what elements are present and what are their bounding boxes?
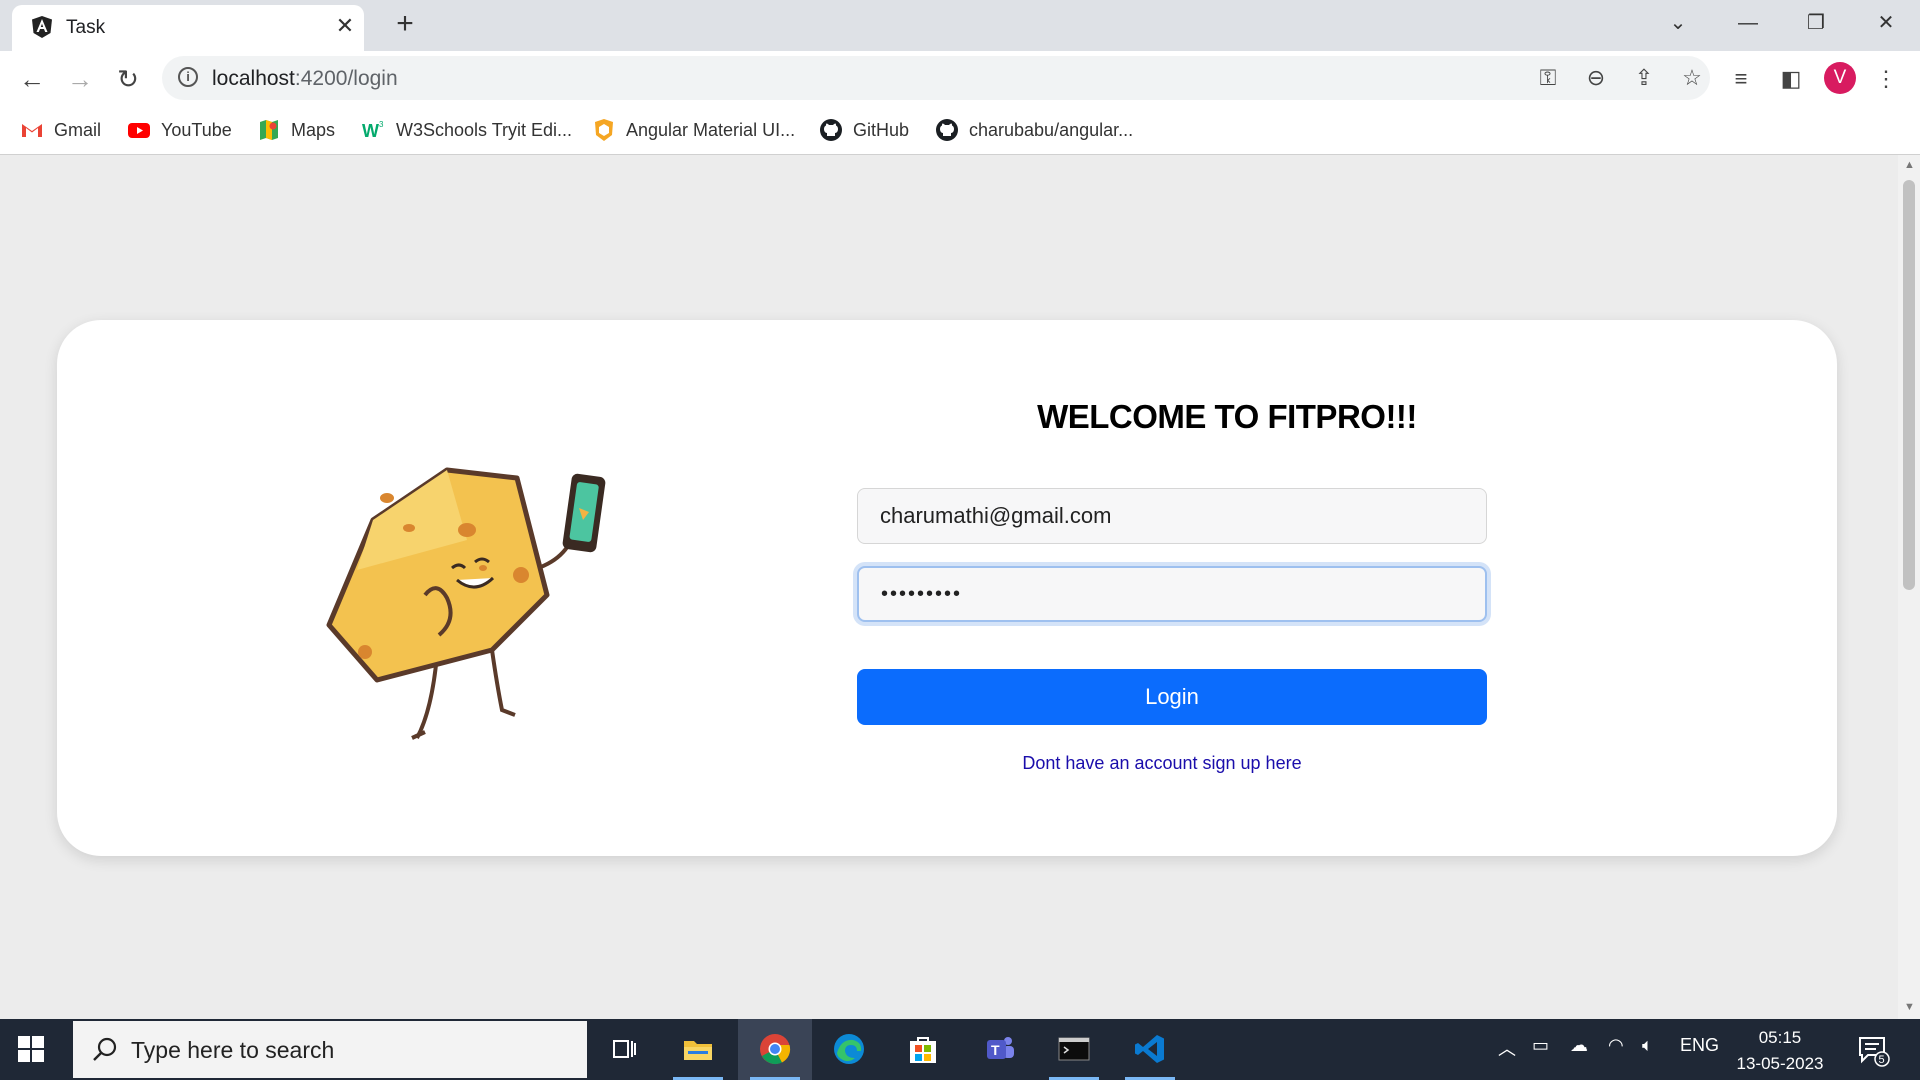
onedrive-cloud-icon[interactable]: ☁ [1570,1035,1588,1056]
clock-date: 13-05-2023 [1736,1054,1824,1073]
language-indicator[interactable]: ENG [1680,1035,1719,1056]
folder-icon [684,1041,712,1060]
restore-button[interactable]: ❐ [1796,8,1836,38]
taskbar-search-box[interactable]: Type here to search [73,1021,587,1078]
page-viewport: WELCOME TO FITPRO!!! charumathi@gmail.co… [0,155,1898,1019]
new-tab-button[interactable]: + [390,9,420,40]
store-icon [910,1037,936,1063]
url-text[interactable]: localhost:4200/login [212,67,398,91]
back-icon[interactable]: ← [16,63,48,95]
page-title: WELCOME TO FITPRO!!! [1037,398,1417,435]
teams-icon: T [987,1037,1014,1059]
search-icon [93,1037,117,1061]
tab-title: Task [66,17,106,38]
w3schools-icon: W3 [362,120,384,141]
share-icon[interactable]: ⇪ [1630,64,1658,92]
minimize-button[interactable]: — [1728,8,1768,38]
tab-task[interactable]: Task ✕ [12,5,364,51]
site-info-icon[interactable]: i [178,67,198,87]
menu-kebab-icon[interactable]: ⋮ [1870,63,1902,95]
task-view-button[interactable] [587,1019,661,1080]
file-explorer-button[interactable] [661,1019,735,1080]
close-window-button[interactable]: ✕ [1866,8,1906,38]
teams-button[interactable]: T [963,1019,1037,1080]
notification-icon: 5 [1859,1037,1890,1067]
bookmark-github[interactable]: GitHub [819,116,909,144]
signup-link[interactable]: Dont have an account sign up here [857,753,1467,774]
login-card: WELCOME TO FITPRO!!! charumathi@gmail.co… [57,320,1837,856]
system-clock[interactable]: 05:15 13-05-2023 [1720,1025,1840,1077]
vertical-scrollbar[interactable]: ▲ ▼ [1898,155,1920,1019]
svg-text:T: T [991,1042,1000,1058]
bookmark-charubabu[interactable]: charubabu/angular... [935,116,1133,144]
bookmark-maps[interactable]: Maps [257,116,335,144]
browser-toolbar: ← → ↻ i localhost:4200/login ⚿ ⊖ ⇪ ☆ ≡ ◧… [0,51,1920,106]
bookmark-youtube[interactable]: YouTube [127,116,232,144]
reading-list-icon[interactable]: ≡ [1725,63,1757,95]
chrome-icon [760,1034,791,1065]
show-hidden-icons-chevron-icon[interactable]: ︿ [1498,1035,1516,1061]
scroll-up-arrow-icon[interactable]: ▲ [1904,159,1915,171]
password-field[interactable]: ••••••••• [857,566,1487,622]
address-bar[interactable]: i localhost:4200/login ⚿ ⊖ ⇪ ☆ [162,56,1710,100]
zoom-icon[interactable]: ⊖ [1582,64,1610,92]
reload-icon[interactable]: ↻ [112,63,144,95]
bookmark-w3schools[interactable]: W3 W3Schools Tryit Edi... [362,116,572,144]
email-field[interactable]: charumathi@gmail.com [857,488,1487,544]
edge-button[interactable] [812,1019,886,1080]
bookmark-angular-material[interactable]: Angular Material UI... [592,116,795,144]
github-icon [936,119,958,141]
angular-material-icon [595,119,613,141]
forward-icon[interactable]: → [64,63,96,95]
notification-center-button[interactable]: 5 [1856,1033,1890,1067]
battery-icon[interactable]: ▭ [1532,1035,1549,1056]
notification-count: 5 [1879,1054,1885,1066]
clock-time: 05:15 [1758,1028,1802,1047]
task-view-icon [613,1040,636,1058]
tab-search-icon[interactable]: ⌄ [1658,8,1698,38]
windows-start-icon[interactable] [18,1036,44,1062]
side-panel-icon[interactable]: ◧ [1775,63,1807,95]
volume-icon[interactable]: 🔈︎ [1642,1035,1653,1056]
bookmarks-bar: Gmail YouTube Maps W3 W3Schools Tryit Ed… [0,106,1920,155]
angular-icon [32,16,52,38]
wifi-icon[interactable]: ◠ [1608,1035,1624,1056]
scroll-down-arrow-icon[interactable]: ▼ [1904,1001,1915,1013]
cheese-mascot-illustration [326,467,606,740]
close-tab-icon[interactable]: ✕ [334,15,356,37]
bookmark-star-icon[interactable]: ☆ [1678,64,1706,92]
login-button[interactable]: Login [857,669,1487,725]
microsoft-store-button[interactable] [886,1019,960,1080]
bookmark-gmail[interactable]: Gmail [20,116,101,144]
search-placeholder: Type here to search [131,1037,335,1063]
windows-taskbar: Type here to search T ︿ ▭ ☁ ◠ 🔈︎ ENG 05:… [0,1019,1920,1080]
chrome-button[interactable] [738,1019,812,1080]
terminal-button[interactable] [1037,1019,1111,1080]
edge-icon [834,1034,864,1064]
vscode-button[interactable] [1113,1019,1187,1080]
scroll-thumb[interactable] [1903,180,1915,590]
vscode-icon [1135,1035,1164,1063]
profile-avatar[interactable]: V [1824,62,1856,94]
key-icon[interactable]: ⚿ [1534,64,1562,92]
tab-strip: Task ✕ + ⌄ — ❐ ✕ [0,0,1920,51]
svg-text:3: 3 [379,120,384,129]
youtube-icon [128,123,150,138]
github-icon [820,119,842,141]
gmail-icon [22,124,42,137]
svg-text:W: W [362,121,379,141]
terminal-icon [1058,1037,1090,1061]
maps-icon [260,120,278,140]
